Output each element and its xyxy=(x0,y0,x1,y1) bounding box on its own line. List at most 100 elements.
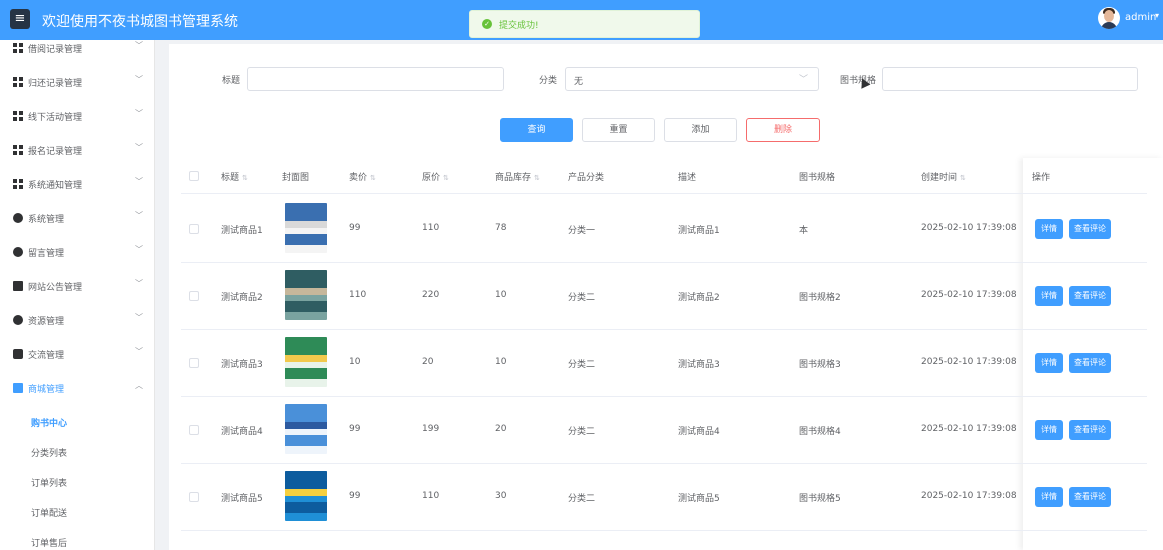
cell-stock: 30 xyxy=(495,491,507,501)
sidebar-item-announcements[interactable]: 网站公告管理 ﹀ xyxy=(0,269,154,303)
add-button[interactable]: 添加 xyxy=(664,118,737,142)
success-toast: ✓ 提交成功! xyxy=(469,10,700,38)
row-checkbox[interactable] xyxy=(189,492,199,502)
sidebar-subitem-label: 订单售后 xyxy=(31,539,68,549)
sidebar-item-return-records[interactable]: 归还记录管理 ﹀ xyxy=(0,65,154,99)
column-header-title[interactable]: 标题 ⇅ xyxy=(221,170,248,183)
row-checkbox[interactable] xyxy=(189,358,199,368)
check-circle-icon: ✓ xyxy=(482,19,492,29)
cell-created: 2025-02-10 17:39:08 xyxy=(921,491,1017,501)
column-header-price[interactable]: 卖价 ⇅ xyxy=(349,170,376,183)
cell-price: 110 xyxy=(349,290,367,300)
chevron-down-icon: ﹀ xyxy=(135,279,143,288)
chevron-down-icon: ﹀ xyxy=(135,245,143,254)
table-row: 测试商品2 110 220 10 分类二 测试商品2 图书规格2 2025-02-10 17:… xyxy=(181,262,1147,330)
cell-created: 2025-02-10 17:39:08 xyxy=(921,424,1017,434)
sidebar-item-resources[interactable]: 资源管理 ﹀ xyxy=(0,303,154,337)
row-checkbox[interactable] xyxy=(189,224,199,234)
row-checkbox[interactable] xyxy=(189,425,199,435)
chevron-down-icon: ﹀ xyxy=(135,109,143,118)
cell-category: 分类二 xyxy=(568,293,596,303)
sidebar-item-label: 系统通知管理 xyxy=(28,181,83,191)
detail-button[interactable]: 详情 xyxy=(1035,219,1063,239)
sidebar-item-mall[interactable]: 商城管理 ︿ xyxy=(0,371,154,405)
grid-icon xyxy=(13,179,23,189)
spec-filter-input[interactable] xyxy=(882,67,1138,91)
sort-icon: ⇅ xyxy=(960,174,966,182)
cell-category: 分类二 xyxy=(568,360,596,370)
sort-icon: ⇅ xyxy=(443,174,449,182)
sidebar-subitem-book-center[interactable]: 购书中心 xyxy=(0,407,154,437)
sidebar-item-system-management[interactable]: 系统管理 ﹀ xyxy=(0,201,154,235)
sidebar-item-signup-records[interactable]: 报名记录管理 ﹀ xyxy=(0,133,154,167)
avatar[interactable] xyxy=(1098,7,1120,29)
sidebar-subitem-order-list[interactable]: 订单列表 xyxy=(0,467,154,497)
detail-button[interactable]: 详情 xyxy=(1035,420,1063,440)
cell-price: 99 xyxy=(349,491,361,501)
sidebar-item-label: 网站公告管理 xyxy=(28,283,83,293)
cell-price: 99 xyxy=(349,424,361,434)
category-select[interactable]: 无 ﹀ xyxy=(565,67,819,91)
view-reviews-button[interactable]: 查看评论 xyxy=(1069,286,1111,306)
cell-original: 220 xyxy=(422,290,440,300)
cell-desc: 测试商品1 xyxy=(678,226,720,236)
search-button[interactable]: 查询 xyxy=(500,118,573,142)
sidebar-item-offline-events[interactable]: 线下活动管理 ﹀ xyxy=(0,99,154,133)
hamburger-icon[interactable]: ≡ xyxy=(10,9,30,29)
row-checkbox[interactable] xyxy=(189,291,199,301)
sidebar-subitem-category-list[interactable]: 分类列表 xyxy=(0,437,154,467)
cell-stock: 78 xyxy=(495,223,507,233)
view-reviews-button[interactable]: 查看评论 xyxy=(1069,219,1111,239)
book-cover-image xyxy=(285,270,327,320)
cell-spec: 图书规格2 xyxy=(799,293,841,303)
sidebar-item-communication[interactable]: 交流管理 ﹀ xyxy=(0,337,154,371)
cell-original: 110 xyxy=(422,223,440,233)
delete-button[interactable]: 删除 xyxy=(746,118,820,142)
chevron-up-icon: ︿ xyxy=(135,381,143,390)
sidebar-item-label: 资源管理 xyxy=(28,317,65,327)
cell-created: 2025-02-10 17:39:08 xyxy=(921,223,1017,233)
grid-icon xyxy=(13,43,23,53)
view-reviews-button[interactable]: 查看评论 xyxy=(1069,487,1111,507)
sidebar-item-system-notices[interactable]: 系统通知管理 ﹀ xyxy=(0,167,154,201)
cell-original: 110 xyxy=(422,491,440,501)
table-row: 测试商品5 99 110 30 分类二 测试商品5 图书规格5 2025-02-10 17:3… xyxy=(181,463,1147,531)
category-filter-label: 分类 xyxy=(539,76,558,86)
sidebar-item-messages[interactable]: 留言管理 ﹀ xyxy=(0,235,154,269)
cell-created: 2025-02-10 17:39:08 xyxy=(921,290,1017,300)
cell-category: 分类一 xyxy=(568,226,596,236)
cell-stock: 20 xyxy=(495,424,507,434)
sidebar-subitem-after-sales[interactable]: 订单售后 xyxy=(0,527,154,550)
column-header-stock[interactable]: 商品库存 ⇅ xyxy=(495,170,540,183)
view-reviews-button[interactable]: 查看评论 xyxy=(1069,353,1111,373)
gear-icon xyxy=(13,247,23,257)
detail-button[interactable]: 详情 xyxy=(1035,487,1063,507)
reset-button[interactable]: 重置 xyxy=(582,118,655,142)
cell-desc: 测试商品2 xyxy=(678,293,720,303)
sidebar-item-label: 交流管理 xyxy=(28,351,65,361)
detail-button[interactable]: 详情 xyxy=(1035,286,1063,306)
sidebar-item-borrow-records[interactable]: 借阅记录管理 ﹀ xyxy=(0,40,154,65)
chevron-down-icon: ﹀ xyxy=(135,211,143,220)
cell-original: 20 xyxy=(422,357,434,367)
title-filter-input[interactable] xyxy=(247,67,504,91)
sidebar-item-label: 归还记录管理 xyxy=(28,79,83,89)
column-header-created[interactable]: 创建时间 ⇅ xyxy=(921,170,966,183)
detail-button[interactable]: 详情 xyxy=(1035,353,1063,373)
caret-down-icon[interactable]: ▾ xyxy=(1155,11,1159,20)
sidebar-subitem-order-delivery[interactable]: 订单配送 xyxy=(0,497,154,527)
grid-icon xyxy=(13,111,23,121)
cell-title: 测试商品2 xyxy=(221,293,263,303)
sidebar-item-label: 留言管理 xyxy=(28,249,65,259)
column-header-cover: 封面图 xyxy=(282,173,310,183)
table-row: 测试商品1 99 110 78 分类一 测试商品1 本 2025-02-10 17:39:08… xyxy=(181,195,1147,263)
sort-icon: ⇅ xyxy=(370,174,376,182)
cell-spec: 图书规格5 xyxy=(799,494,841,504)
cell-original: 199 xyxy=(422,424,440,434)
select-all-checkbox[interactable] xyxy=(189,171,199,181)
view-reviews-button[interactable]: 查看评论 xyxy=(1069,420,1111,440)
column-header-original-price[interactable]: 原价 ⇅ xyxy=(422,170,449,183)
user-name[interactable]: admin xyxy=(1125,12,1156,23)
cell-title: 测试商品5 xyxy=(221,494,263,504)
title-filter-label: 标题 xyxy=(222,76,241,86)
